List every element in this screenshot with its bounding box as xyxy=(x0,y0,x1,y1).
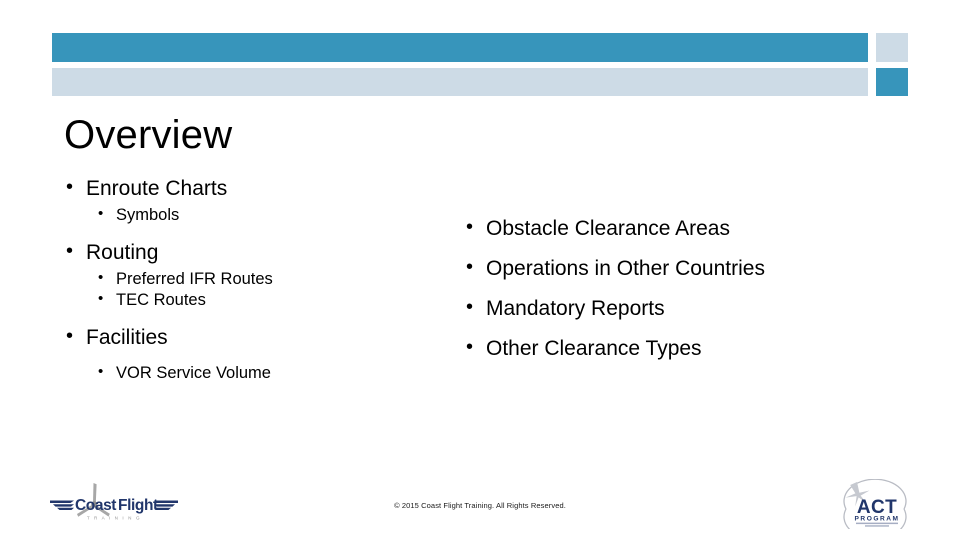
list-item: Operations in Other Countries xyxy=(464,257,894,279)
list-item: Symbols xyxy=(64,204,444,227)
logo-subtitle-program: PROGRAM xyxy=(855,516,900,523)
page-title: Overview xyxy=(64,113,233,157)
logo-tagline-training: T R A I N I N G xyxy=(87,516,141,521)
logo-tagline-line-2 xyxy=(865,525,889,527)
header-bar-light-main xyxy=(52,68,868,96)
bullet-list-left-2: Routing Preferred IFR Routes TEC Routes xyxy=(64,239,444,312)
coast-flight-training-logo: Coast Flight T R A I N I N G xyxy=(48,480,180,528)
slide-header-band xyxy=(0,0,960,110)
logo-wordmark-flight: Flight xyxy=(118,497,158,514)
list-item: TEC Routes xyxy=(64,289,444,312)
list-item: Enroute Charts xyxy=(64,175,444,203)
content-right-column: Obstacle Clearance Areas Operations in O… xyxy=(464,217,894,378)
list-item: VOR Service Volume xyxy=(64,362,444,385)
header-bar-light-accent xyxy=(876,33,908,62)
bullet-list-left-4: VOR Service Volume xyxy=(64,362,444,385)
list-item: Mandatory Reports xyxy=(464,297,894,319)
bullet-list-left-3: Facilities xyxy=(64,324,444,352)
act-program-logo: ACT PROGRAM xyxy=(836,479,918,529)
bullet-list-right: Obstacle Clearance Areas Operations in O… xyxy=(464,217,894,359)
list-item: Preferred IFR Routes xyxy=(64,268,444,291)
header-bar-dark-accent xyxy=(876,68,908,96)
logo-tagline-line-1 xyxy=(856,522,898,525)
header-bar-dark-main xyxy=(52,33,868,62)
list-item: Other Clearance Types xyxy=(464,337,894,359)
bullet-list-left: Enroute Charts Symbols xyxy=(64,175,444,227)
list-item: Facilities xyxy=(64,324,444,352)
logo-wordmark-coast: Coast xyxy=(75,497,116,514)
list-item: Routing xyxy=(64,239,444,267)
content-left-column: Enroute Charts Symbols Routing Preferred… xyxy=(64,175,444,385)
list-item: Obstacle Clearance Areas xyxy=(464,217,894,239)
